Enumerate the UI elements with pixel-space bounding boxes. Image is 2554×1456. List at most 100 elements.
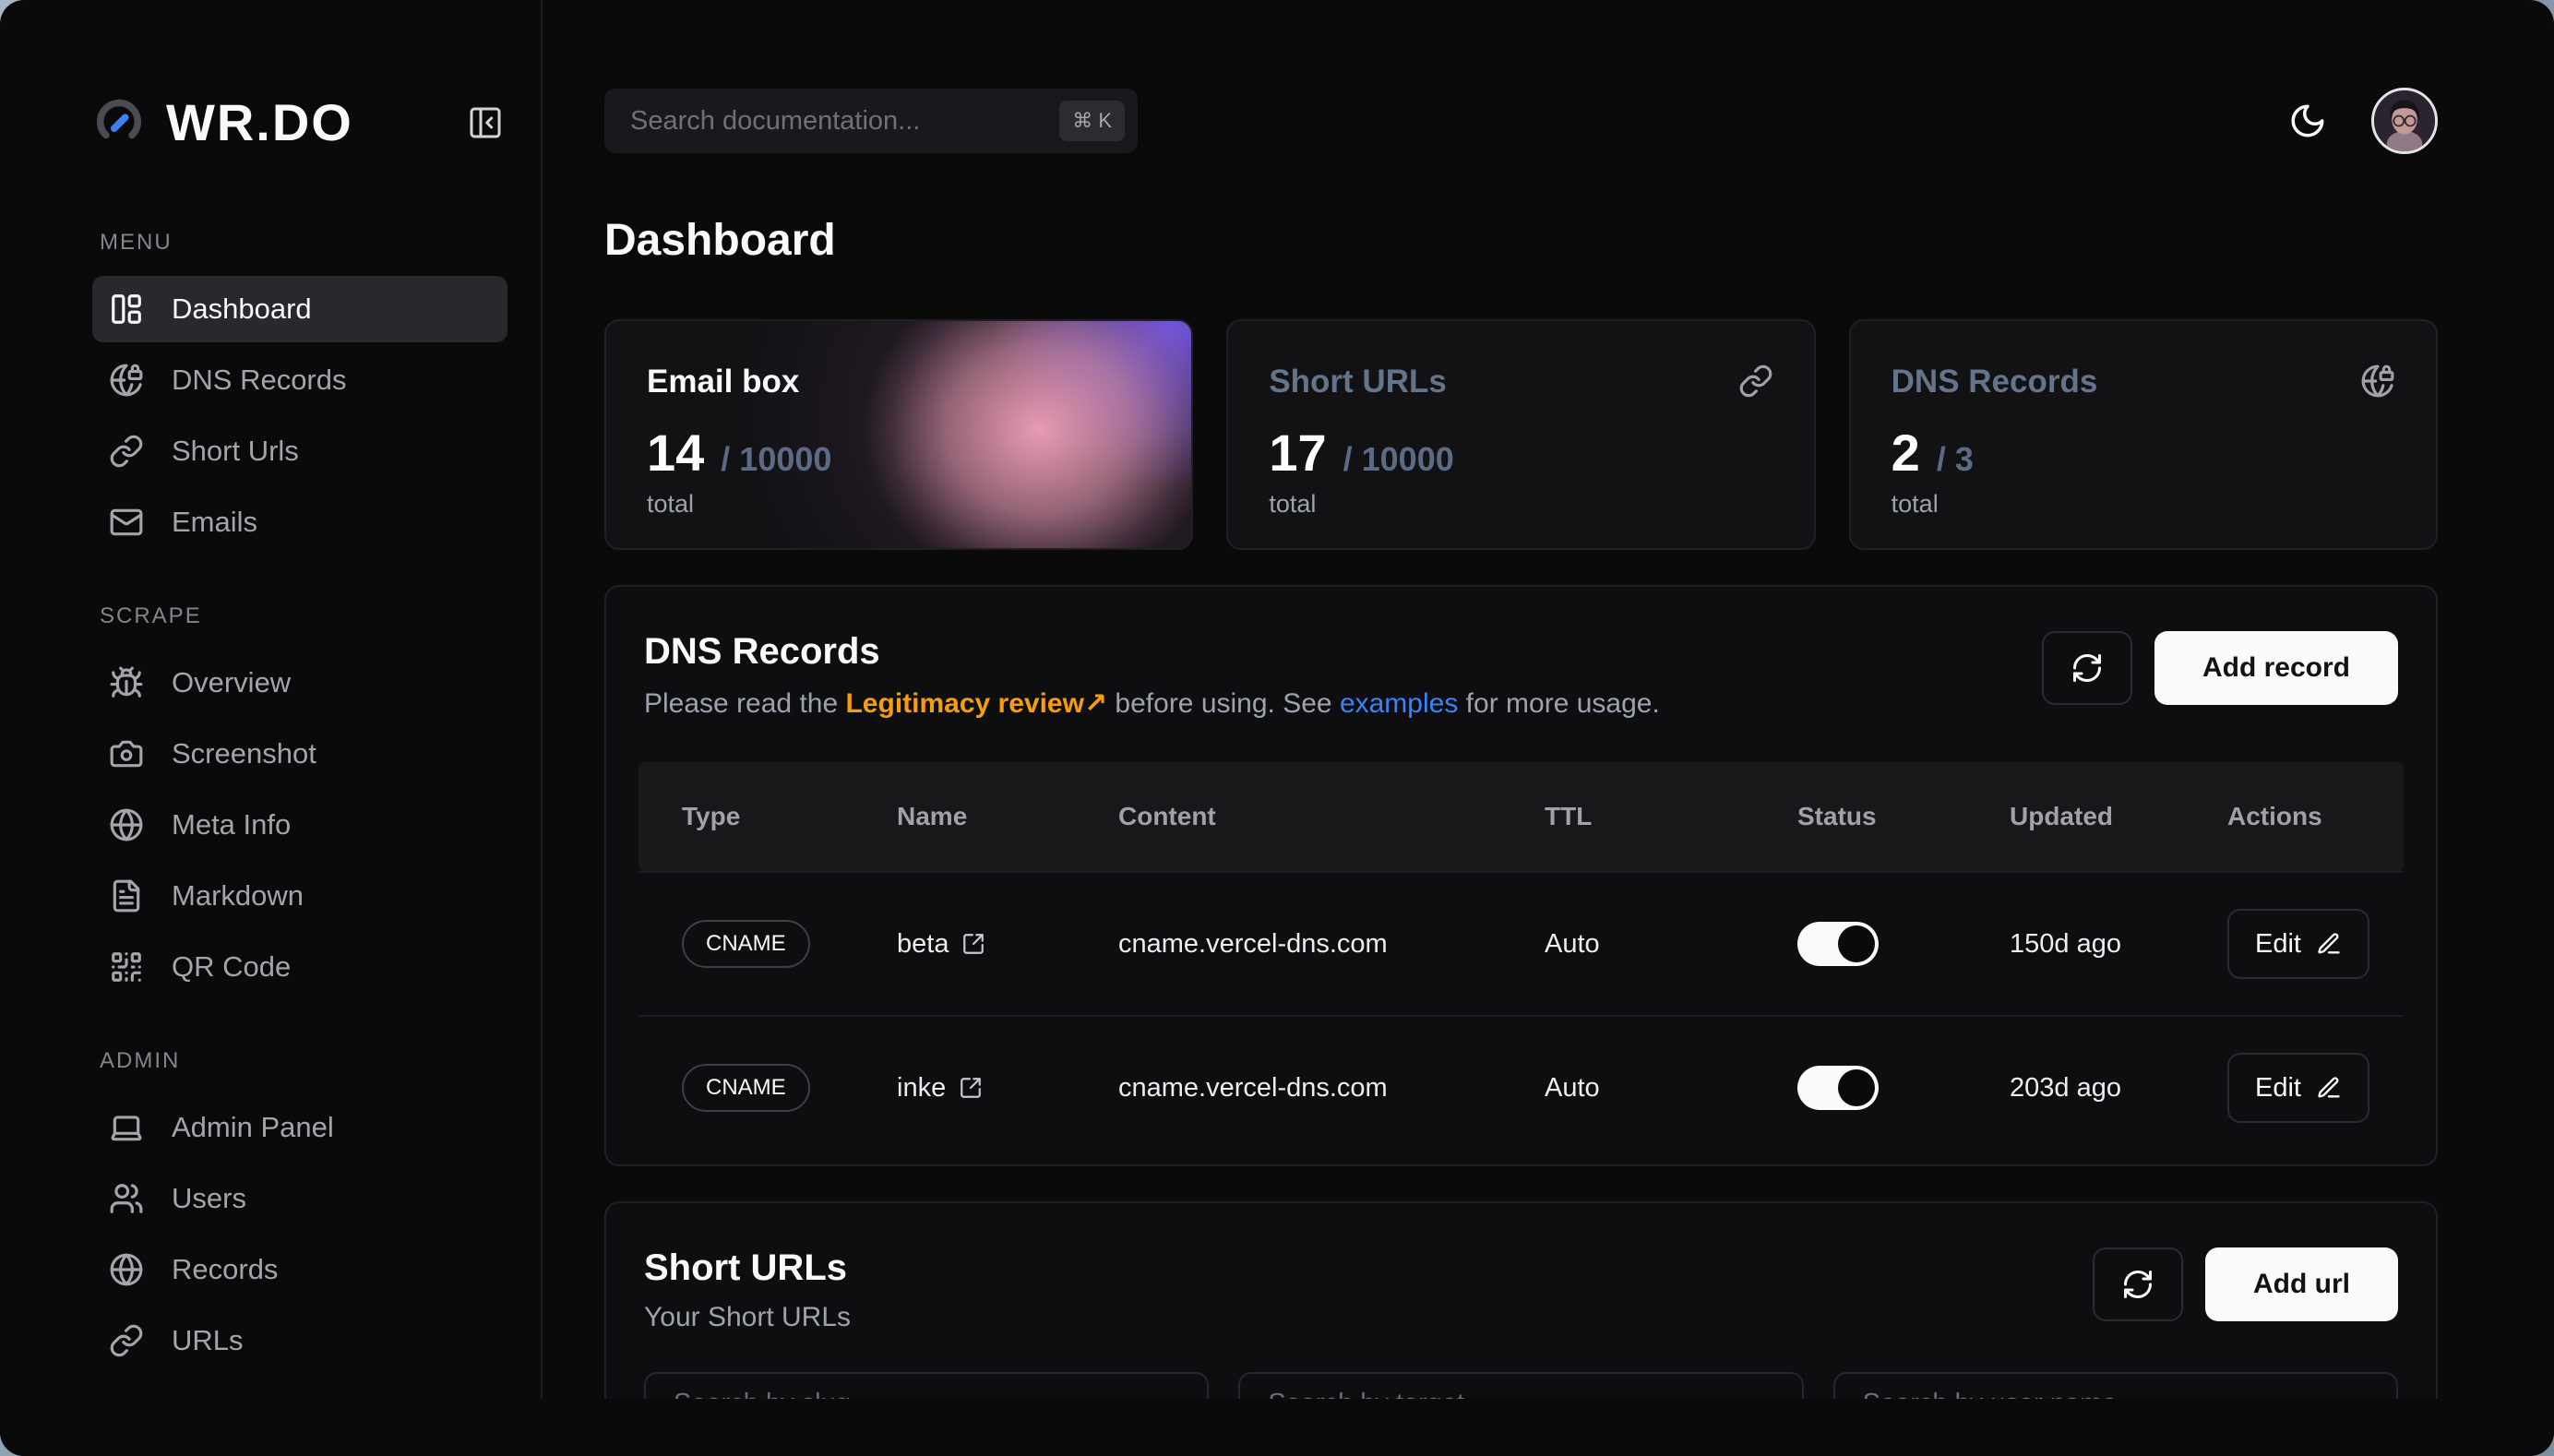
edit-button[interactable]: Edit xyxy=(2227,909,2369,979)
search-placeholder: Search documentation... xyxy=(630,106,1059,137)
external-link-icon[interactable] xyxy=(959,1076,983,1100)
sidebar-item-overview[interactable]: Overview xyxy=(92,650,507,716)
globe-icon xyxy=(109,1252,144,1287)
stat-title: Short URLs xyxy=(1269,364,1772,400)
sidebar-item-users[interactable]: Users xyxy=(92,1165,507,1232)
stat-limit: / 10000 xyxy=(1343,440,1454,479)
section-label: ADMIN xyxy=(100,1048,507,1074)
col-header-updated: Updated xyxy=(2010,802,2227,831)
sidebar-item-label: Short Urls xyxy=(172,435,299,468)
record-ttl: Auto xyxy=(1545,929,1797,960)
sidebar-item-label: DNS Records xyxy=(172,364,347,397)
nav-section-scrape: SCRAPE Overview Screenshot Meta Info xyxy=(92,603,507,1000)
logo: WR.DO xyxy=(92,92,507,152)
nav-section-menu: MENU Dashboard DNS Records Short Urls xyxy=(92,230,507,555)
desc-text: for more usage. xyxy=(1458,688,1659,719)
col-header-name: Name xyxy=(897,802,1118,831)
short-urls-header: Short URLs Your Short URLs Add url xyxy=(638,1247,2404,1333)
nav-section-admin: ADMIN Admin Panel Users Records xyxy=(92,1048,507,1374)
globe-lock-icon xyxy=(109,363,144,398)
theme-toggle-button[interactable] xyxy=(2288,101,2329,141)
layout-panel-icon xyxy=(109,292,144,327)
add-url-button[interactable]: Add url xyxy=(2205,1247,2398,1321)
avatar[interactable] xyxy=(2371,88,2438,154)
refresh-icon xyxy=(2071,651,2104,685)
page-title: Dashboard xyxy=(604,215,2438,266)
record-name: beta xyxy=(897,929,949,960)
stat-cards: Email box 14 / 10000 total Short URLs 17… xyxy=(604,319,2438,550)
legitimacy-review-link[interactable]: Legitimacy review↗ xyxy=(845,688,1107,719)
link-icon xyxy=(109,1323,144,1358)
stat-value: 2 xyxy=(1892,423,1920,483)
stat-value: 14 xyxy=(647,423,704,483)
users-icon xyxy=(109,1181,144,1216)
col-header-actions: Actions xyxy=(2227,802,2404,831)
globe-icon xyxy=(109,807,144,842)
laptop-icon xyxy=(109,1110,144,1145)
sidebar-item-markdown[interactable]: Markdown xyxy=(92,863,507,929)
logo-text: WR.DO xyxy=(166,92,353,152)
add-record-button[interactable]: Add record xyxy=(2154,631,2398,705)
record-ttl: Auto xyxy=(1545,1073,1797,1104)
sidebar-item-emails[interactable]: Emails xyxy=(92,489,507,555)
edit-button[interactable]: Edit xyxy=(2227,1053,2369,1123)
sidebar-item-records[interactable]: Records xyxy=(92,1236,507,1303)
sidebar-item-label: Meta Info xyxy=(172,808,291,841)
sidebar-item-dns-records[interactable]: DNS Records xyxy=(92,347,507,413)
record-type-badge: CNAME xyxy=(682,920,810,968)
dns-records-table: Type Name Content TTL Status Updated Act… xyxy=(638,762,2404,1159)
short-urls-subtitle: Your Short URLs xyxy=(644,1302,851,1333)
pencil-icon xyxy=(2316,1075,2342,1101)
record-content: cname.vercel-dns.com xyxy=(1118,1073,1545,1104)
link-icon xyxy=(109,434,144,469)
sidebar-item-qr-code[interactable]: QR Code xyxy=(92,934,507,1000)
stat-caption: total xyxy=(1269,490,1772,519)
refresh-icon xyxy=(2121,1268,2154,1301)
stat-card-dns-records: DNS Records 2 / 3 total xyxy=(1849,319,2438,550)
sidebar-item-meta-info[interactable]: Meta Info xyxy=(92,792,507,858)
app-window: WR.DO MENU Dashboard DNS Records xyxy=(0,0,2554,1456)
status-toggle[interactable] xyxy=(1797,1066,1879,1110)
sidebar-item-urls[interactable]: URLs xyxy=(92,1307,507,1374)
record-name: inke xyxy=(897,1073,946,1104)
stat-limit: / 3 xyxy=(1937,440,1974,479)
record-content: cname.vercel-dns.com xyxy=(1118,929,1545,960)
bug-icon xyxy=(109,665,144,700)
arrow-up-right-icon: ↗ xyxy=(1084,688,1107,719)
refresh-button[interactable] xyxy=(2093,1247,2183,1321)
search-input[interactable]: Search documentation... ⌘ K xyxy=(604,89,1138,153)
sidebar-item-admin-panel[interactable]: Admin Panel xyxy=(92,1094,507,1161)
sidebar-item-label: QR Code xyxy=(172,950,291,984)
file-text-icon xyxy=(109,878,144,913)
record-updated: 150d ago xyxy=(2010,929,2227,960)
col-header-content: Content xyxy=(1118,802,1545,831)
stat-value: 17 xyxy=(1269,423,1326,483)
edit-label: Edit xyxy=(2255,929,2301,960)
col-header-ttl: TTL xyxy=(1545,802,1797,831)
desc-text: Please read the xyxy=(644,688,845,719)
examples-link[interactable]: examples xyxy=(1340,688,1458,719)
sidebar-item-short-urls[interactable]: Short Urls xyxy=(92,418,507,484)
stat-caption: total xyxy=(647,490,1151,519)
status-toggle[interactable] xyxy=(1797,922,1879,966)
sidebar-item-screenshot[interactable]: Screenshot xyxy=(92,721,507,787)
sidebar: WR.DO MENU Dashboard DNS Records xyxy=(0,0,543,1456)
stat-title: Email box xyxy=(647,364,1151,400)
toggle-knob xyxy=(1838,1069,1875,1106)
sidebar-item-dashboard[interactable]: Dashboard xyxy=(92,276,507,342)
main-content: Search documentation... ⌘ K Dashboard Em… xyxy=(543,0,2554,1456)
dns-panel-description: Please read the Legitimacy review↗ befor… xyxy=(644,687,1660,720)
moon-icon xyxy=(2288,101,2327,140)
dns-panel-title: DNS Records xyxy=(644,631,1660,673)
sidebar-item-label: Records xyxy=(172,1253,278,1286)
dns-panel-header: DNS Records Please read the Legitimacy r… xyxy=(638,631,2404,720)
mail-icon xyxy=(109,505,144,540)
table-header-row: Type Name Content TTL Status Updated Act… xyxy=(638,762,2404,871)
external-link-icon[interactable] xyxy=(961,932,985,956)
short-urls-title: Short URLs xyxy=(644,1247,851,1289)
sidebar-collapse-button[interactable] xyxy=(467,102,507,143)
refresh-button[interactable] xyxy=(2042,631,2132,705)
gauge-logo-icon xyxy=(92,96,146,149)
camera-icon xyxy=(109,736,144,771)
sidebar-item-label: Users xyxy=(172,1182,246,1215)
